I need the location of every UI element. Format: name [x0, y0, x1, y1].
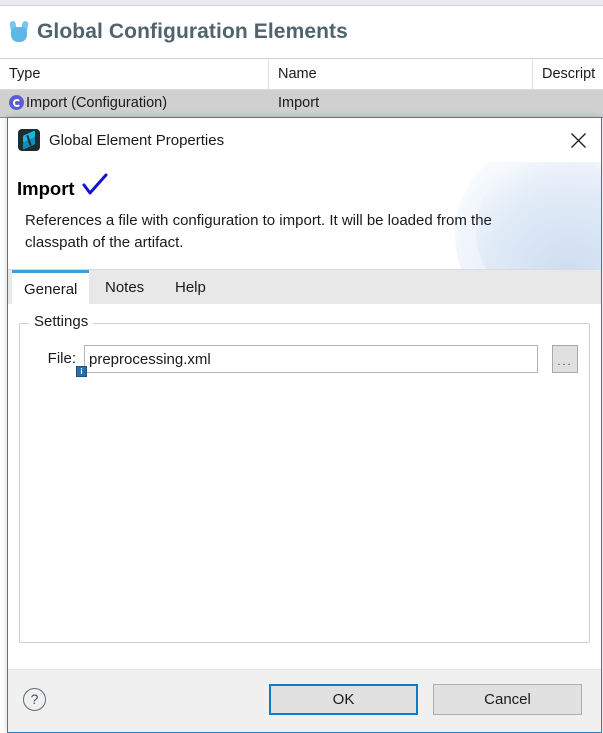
dialog-description: References a file with configuration to …: [25, 212, 492, 251]
dialog-footer: ? OK Cancel: [8, 669, 601, 732]
cell-type: Import (Configuration): [9, 90, 167, 117]
dialog-heading-label: Import: [17, 178, 75, 199]
table-header: Type Name Descript: [0, 59, 603, 90]
dialog-tab-strip: General Notes Help: [8, 270, 601, 305]
help-question-icon[interactable]: ?: [23, 688, 46, 711]
tab-general[interactable]: General: [12, 270, 90, 304]
global-config-icon: [9, 95, 24, 110]
mule-icon: [9, 20, 29, 44]
ellipsis-icon: ...: [557, 356, 573, 368]
dialog-title: Global Element Properties: [49, 131, 225, 149]
file-field-row: File: i ...: [32, 345, 578, 377]
cell-name: Import: [278, 95, 320, 111]
cancel-button[interactable]: Cancel: [433, 684, 582, 715]
blue-checkmark-icon: [81, 173, 109, 202]
settings-group: Settings File: i ...: [19, 313, 590, 643]
column-header-description[interactable]: Descript: [533, 59, 603, 89]
dialog-title-bar: Global Element Properties: [8, 118, 601, 162]
anypoint-studio-icon: [18, 129, 40, 151]
close-icon[interactable]: [561, 124, 595, 156]
view-title-bar: Global Configuration Elements: [0, 6, 603, 59]
global-element-properties-dialog: Global Element Properties Import Referen…: [7, 117, 602, 733]
file-input[interactable]: [84, 345, 538, 373]
settings-group-title: Settings: [29, 313, 94, 330]
file-label: File:: [47, 350, 76, 367]
ok-button[interactable]: OK: [269, 684, 418, 715]
browse-button[interactable]: ...: [552, 345, 578, 373]
column-header-name[interactable]: Name: [269, 59, 533, 89]
dialog-heading: Import: [17, 173, 109, 202]
table-row[interactable]: Import (Configuration) Import: [0, 90, 603, 118]
column-header-type[interactable]: Type: [0, 59, 269, 89]
cell-type-label: Import (Configuration): [26, 95, 168, 111]
dialog-body: Settings File: i ...: [8, 304, 601, 670]
tab-notes[interactable]: Notes: [93, 270, 156, 304]
info-badge-icon: i: [76, 366, 87, 377]
file-input-wrapper: i: [76, 345, 538, 377]
page-title: Global Configuration Elements: [37, 20, 348, 43]
tab-help[interactable]: Help: [163, 270, 218, 304]
